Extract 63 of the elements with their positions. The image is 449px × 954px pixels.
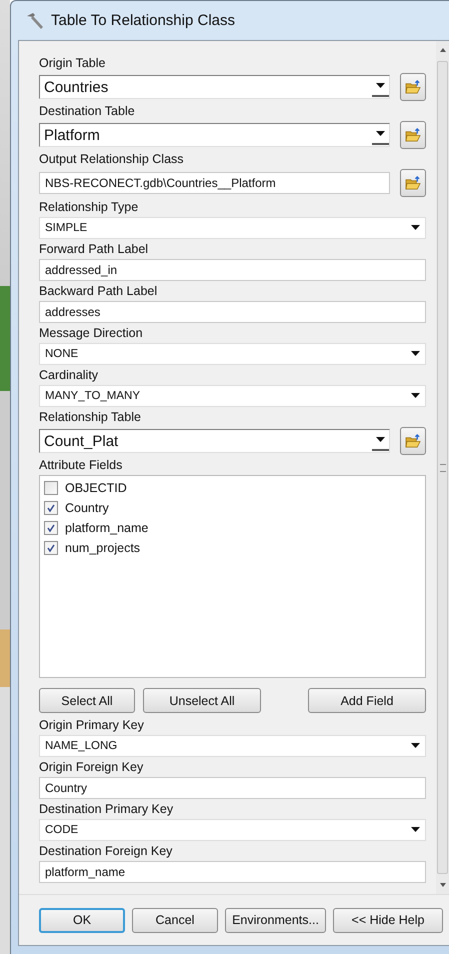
dialog-button[interactable]: Environments... (225, 908, 326, 932)
parameter-label: Destination Primary Key (39, 802, 174, 817)
browse-button[interactable] (400, 121, 426, 149)
dropdown-arrow-icon (376, 131, 385, 137)
list-button[interactable]: Unselect All (143, 688, 261, 713)
parameter-label: Origin Foreign Key (39, 760, 144, 775)
scrollbar[interactable] (436, 41, 449, 894)
parameter-label: Relationship Table (39, 410, 142, 425)
browse-button[interactable] (400, 73, 426, 101)
parameter-label: Destination Table (39, 104, 136, 119)
hammer-icon (25, 10, 45, 30)
dialog-button[interactable]: OK (39, 908, 125, 932)
field-name: OBJECTID (65, 481, 127, 495)
checkbox[interactable] (44, 521, 58, 535)
checkbox[interactable] (44, 481, 58, 495)
parameter-label: Origin Primary Key (39, 718, 145, 733)
parameter-label: Origin Table (39, 56, 106, 71)
choice-dropdown[interactable]: SIMPLE (39, 217, 426, 239)
checkbox[interactable] (44, 501, 58, 515)
dropdown-arrow-icon (376, 83, 385, 89)
output-field[interactable]: NBS-RECONECT.gdb\Countries__Platform (39, 172, 390, 194)
parameter-label: Cardinality (39, 368, 100, 383)
parameter-label: Message Direction (39, 326, 144, 341)
table-dropdown[interactable]: Count_Plat (39, 429, 390, 453)
scroll-up-icon[interactable] (438, 47, 446, 53)
window-title: Table To Relationship Class (51, 12, 235, 29)
dropdown-arrow-icon (376, 437, 385, 443)
text-field[interactable]: addresses (39, 301, 426, 323)
folder-icon (404, 80, 422, 94)
parameter-label: Destination Foreign Key (39, 844, 174, 859)
parameter-label: Attribute Fields (39, 458, 124, 473)
dropdown-arrow-icon (411, 743, 420, 749)
folder-icon (404, 434, 422, 448)
browse-button[interactable] (400, 169, 426, 197)
field-name: Country (65, 501, 109, 515)
browse-button[interactable] (400, 427, 426, 455)
table-dropdown[interactable]: Platform (39, 123, 390, 147)
parameter-label: Output Relationship Class (39, 152, 185, 167)
dialog-button[interactable]: << Hide Help (333, 908, 443, 932)
dialog-button[interactable]: Cancel (132, 908, 218, 932)
text-field[interactable]: Country (39, 777, 426, 799)
dropdown-arrow-icon (411, 827, 420, 833)
scroll-down-icon[interactable] (438, 882, 446, 888)
dropdown-arrow-icon (411, 225, 420, 231)
text-field[interactable]: addressed_in (39, 259, 426, 281)
parameter-label: Forward Path Label (39, 242, 150, 257)
parameter-label: Relationship Type (39, 200, 140, 215)
checkbox[interactable] (44, 541, 58, 555)
dropdown-arrow-icon (411, 351, 420, 357)
list-button[interactable]: Add Field (308, 688, 426, 713)
folder-icon (404, 128, 422, 142)
choice-dropdown[interactable]: MANY_TO_MANY (39, 385, 426, 407)
folder-icon (404, 176, 422, 190)
choice-dropdown[interactable]: CODE (39, 819, 426, 841)
field-name: platform_name (65, 521, 148, 535)
dropdown-arrow-icon (411, 393, 420, 399)
table-dropdown[interactable]: Countries (39, 75, 390, 99)
text-field[interactable]: platform_name (39, 861, 426, 883)
parameter-label: Backward Path Label (39, 284, 158, 299)
choice-dropdown[interactable]: NAME_LONG (39, 735, 426, 757)
list-button[interactable]: Select All (39, 688, 135, 713)
field-name: num_projects (65, 541, 140, 555)
choice-dropdown[interactable]: NONE (39, 343, 426, 365)
